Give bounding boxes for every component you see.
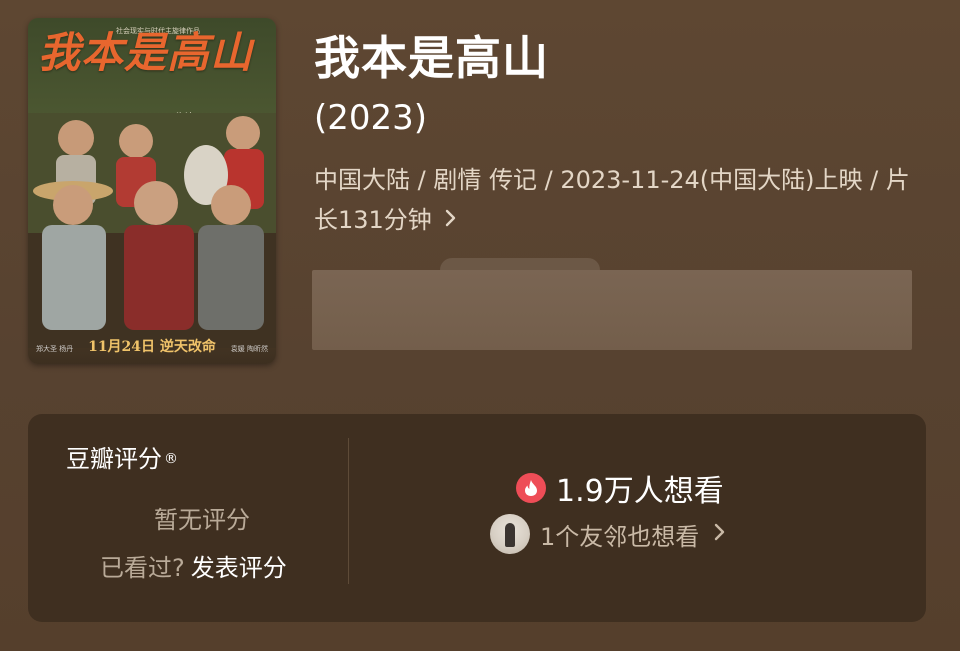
movie-detail-page: 社会现实与时代主旋律作品 我本是高山 海清 郑大圣 杨丹 11月24日 逆天改命…	[0, 0, 960, 651]
friends-want-row[interactable]: 1个友邻也想看	[490, 514, 727, 554]
douban-rating-title: 豆瓣评分 ®	[66, 445, 178, 473]
blurred-area	[312, 270, 912, 350]
want-count-text: 1.9万人想看	[556, 474, 724, 509]
chevron-right-icon	[713, 520, 727, 548]
post-rating-link[interactable]: 发表评分	[191, 554, 287, 582]
movie-title: 我本是高山	[314, 31, 549, 85]
seen-row: 已看过? 发表评分	[100, 550, 287, 586]
want-to-see-count[interactable]: 1.9万人想看	[516, 468, 724, 509]
movie-meta-text: 中国大陆 / 剧情 传记 / 2023-11-24(中国大陆)上映 / 片长13…	[314, 166, 910, 234]
avatar	[490, 514, 530, 554]
movie-year: (2023)	[314, 98, 428, 138]
blurred-area-top	[440, 258, 600, 270]
poster-headline: 我本是高山	[38, 28, 254, 77]
card-divider	[348, 438, 349, 584]
poster-artwork	[28, 113, 276, 348]
rating-card: 豆瓣评分 ® 暂无评分 已看过? 发表评分 1.9万人想看 1个友邻也想看	[28, 414, 926, 622]
chevron-right-icon	[444, 200, 458, 240]
movie-meta-link[interactable]: 中国大陆 / 剧情 传记 / 2023-11-24(中国大陆)上映 / 片长13…	[314, 160, 914, 240]
no-score-text: 暂无评分	[154, 506, 250, 534]
poster-credit-right: 袁媛 陶昕然	[230, 345, 268, 353]
friends-want-text: 1个友邻也想看	[540, 522, 700, 551]
movie-poster[interactable]: 社会现实与时代主旋律作品 我本是高山 海清 郑大圣 杨丹 11月24日 逆天改命…	[28, 18, 276, 364]
seen-question: 已看过?	[100, 554, 185, 582]
fire-icon	[516, 473, 546, 503]
